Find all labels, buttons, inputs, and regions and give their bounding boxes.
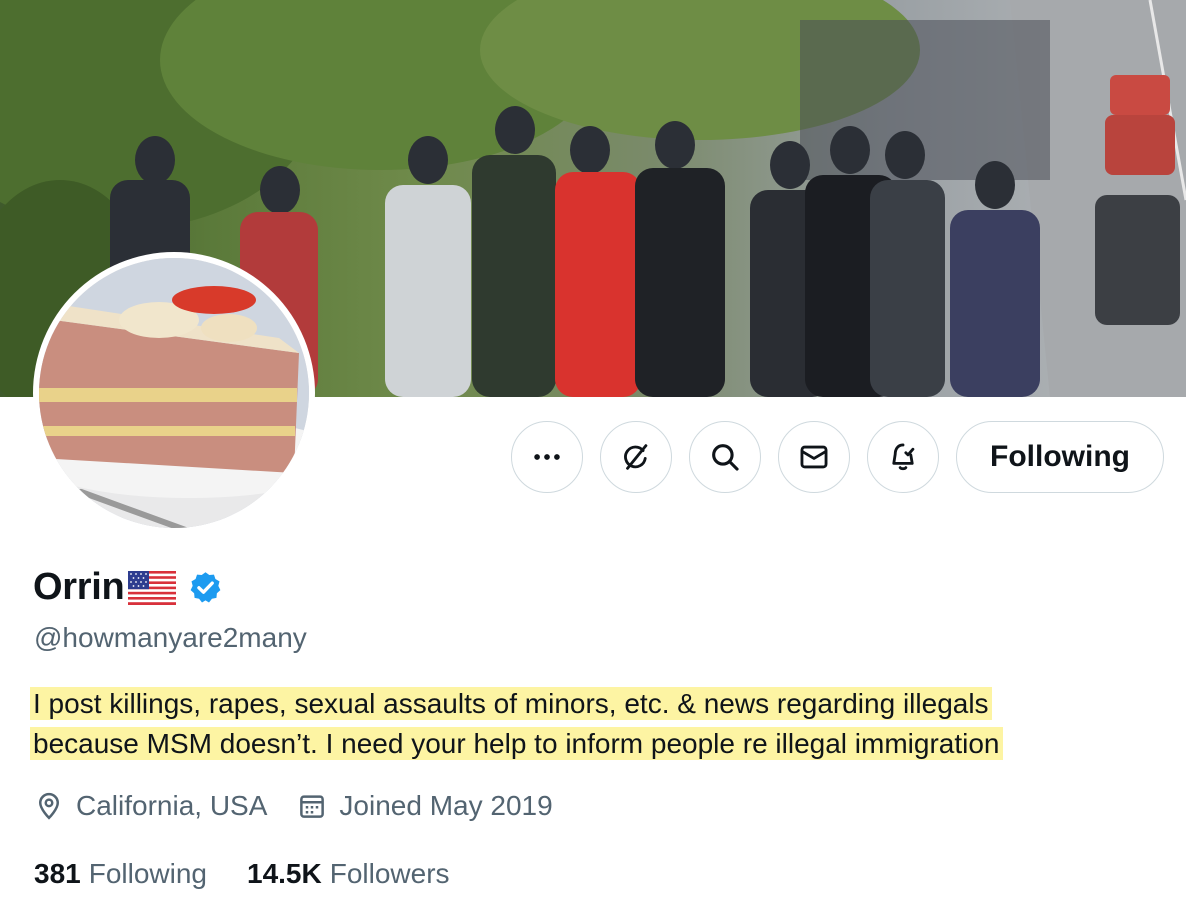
search-profile-button[interactable] — [689, 421, 762, 493]
calendar-icon — [300, 795, 325, 818]
mail-icon — [800, 445, 828, 469]
followers-count: 14.5K — [247, 858, 322, 889]
profile-handle: @howmanyare2many — [34, 622, 307, 653]
verified-badge-icon[interactable] — [188, 570, 223, 605]
location-item: California, USA — [34, 790, 267, 822]
profile-actions: Following — [511, 421, 1164, 493]
grok-icon — [624, 444, 648, 470]
profile-meta: California, USA Joined May 2019 — [34, 790, 583, 822]
profile-bio: I post killings, rapes, sexual assaults … — [30, 684, 1098, 764]
profile-name-row: Orrin — [33, 566, 223, 609]
more-button[interactable] — [511, 421, 584, 493]
bio-line-2: because MSM doesn’t. I need your help to… — [30, 727, 1003, 760]
following-count: 381 — [34, 858, 81, 889]
followers-link[interactable]: 14.5K Followers — [247, 858, 450, 890]
location-text: California, USA — [76, 790, 268, 821]
following-link[interactable]: 381 Following — [34, 858, 207, 890]
search-icon — [712, 444, 739, 471]
location-pin-icon — [38, 792, 60, 820]
more-icon — [534, 454, 560, 460]
notifications-button[interactable] — [867, 421, 940, 493]
following-label: Following — [88, 858, 207, 889]
avatar-image — [39, 258, 309, 528]
display-name: Orrin — [33, 566, 125, 608]
profile-avatar[interactable] — [33, 252, 315, 534]
following-button[interactable]: Following — [956, 421, 1164, 493]
grok-button[interactable] — [600, 421, 673, 493]
message-button[interactable] — [778, 421, 851, 493]
followers-label: Followers — [329, 858, 450, 889]
profile-stats: 381 Following 14.5K Followers — [34, 858, 490, 890]
bio-line-1: I post killings, rapes, sexual assaults … — [30, 687, 992, 720]
joined-item: Joined May 2019 — [297, 790, 553, 822]
us-flag-icon — [128, 570, 177, 605]
notification-bell-icon — [892, 443, 915, 471]
joined-text: Joined May 2019 — [339, 790, 553, 821]
